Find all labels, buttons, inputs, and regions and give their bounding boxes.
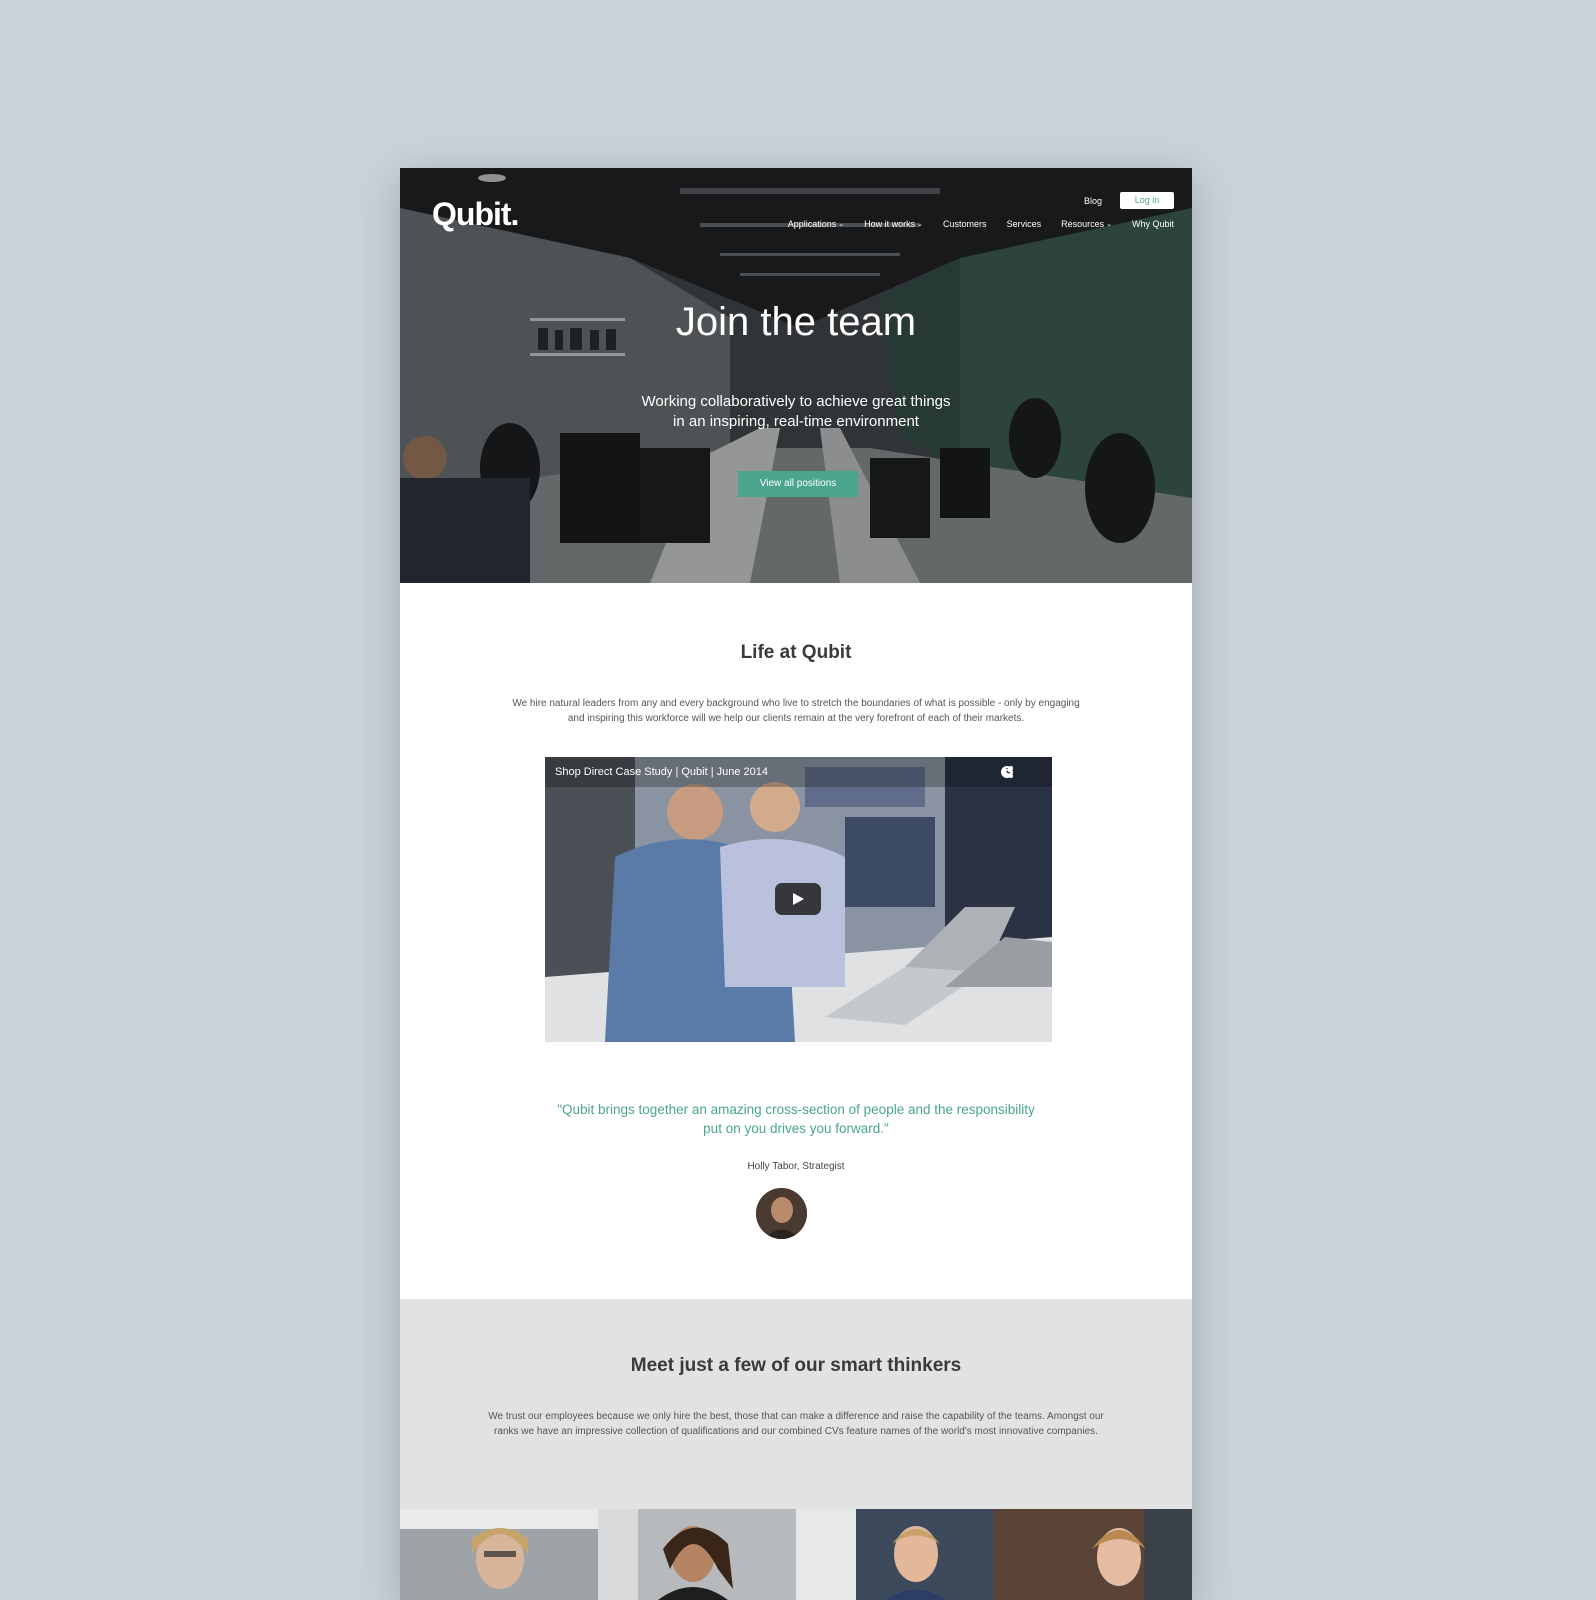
play-icon[interactable] xyxy=(775,883,821,915)
nav-item-label: Why Qubit xyxy=(1131,219,1174,229)
nav-item-label: Resources xyxy=(1061,219,1105,229)
video-controls xyxy=(1000,765,1038,779)
view-all-positions-button[interactable]: View all positions xyxy=(738,471,858,497)
testimonial-quote: "Qubit brings together an amazing cross-… xyxy=(557,1102,1035,1136)
thinkers-section-title: Meet just a few of our smart thinkers xyxy=(630,1355,962,1376)
hero-title: Join the team xyxy=(675,300,917,344)
team-photo[interactable] xyxy=(796,1509,994,1600)
chevron-down-icon: ⌄ xyxy=(1106,221,1112,228)
top-nav: Blog Log in xyxy=(1084,192,1174,209)
avatar xyxy=(756,1188,807,1239)
team-photo[interactable] xyxy=(400,1509,598,1600)
testimonial-author: Holly Tabor, Strategist xyxy=(747,1161,845,1172)
page-frame: Qubit. Blog Log in Applications ⌄ How it … xyxy=(400,168,1192,1600)
main-nav: Applications ⌄ How it works ⌄ Customers Se… xyxy=(788,219,1174,229)
nav-item-why-qubit[interactable]: Why Qubit xyxy=(1132,219,1174,229)
chevron-down-icon: ⌄ xyxy=(917,221,924,228)
team-photos xyxy=(400,1509,1192,1600)
nav-item-customers[interactable]: Customers xyxy=(943,219,987,229)
thinkers-section-text: We trust our employees because we only h… xyxy=(488,1411,1104,1437)
life-section-text: We hire natural leaders from any and eve… xyxy=(512,698,1080,724)
team-photo[interactable] xyxy=(598,1509,796,1600)
nav-item-label: How it works xyxy=(864,219,916,229)
nav-item-label: Services xyxy=(1006,219,1042,229)
share-icon[interactable] xyxy=(1001,765,1038,779)
nav-item-how-it-works[interactable]: How it works ⌄ xyxy=(864,219,923,229)
chevron-down-icon: ⌄ xyxy=(838,221,845,228)
nav-item-services[interactable]: Services xyxy=(1007,219,1042,229)
qubit-logo[interactable]: Qubit. xyxy=(432,196,519,233)
video-title[interactable]: Shop Direct Case Study | Qubit | June 20… xyxy=(555,766,768,778)
hero-office-photo xyxy=(400,168,1192,583)
hero-subtitle-line: in an inspiring, real-time environment xyxy=(673,413,919,430)
hero-subtitle-line: Working collaboratively to achieve great… xyxy=(641,393,951,410)
login-button[interactable]: Log in xyxy=(1120,192,1174,209)
nav-item-resources[interactable]: Resources ⌄ xyxy=(1061,219,1112,229)
nav-item-label: Customers xyxy=(943,219,987,229)
video-player[interactable]: Shop Direct Case Study | Qubit | June 20… xyxy=(545,757,1052,1042)
hero-subtitle: Working collaboratively to achieve great… xyxy=(596,392,996,432)
nav-item-applications[interactable]: Applications ⌄ xyxy=(788,219,844,229)
team-photo[interactable] xyxy=(994,1509,1192,1600)
nav-item-label: Applications xyxy=(787,219,837,229)
nav-blog-link[interactable]: Blog xyxy=(1084,196,1102,206)
hero: Qubit. Blog Log in Applications ⌄ How it … xyxy=(400,168,1192,583)
life-section-title: Life at Qubit xyxy=(740,642,852,663)
